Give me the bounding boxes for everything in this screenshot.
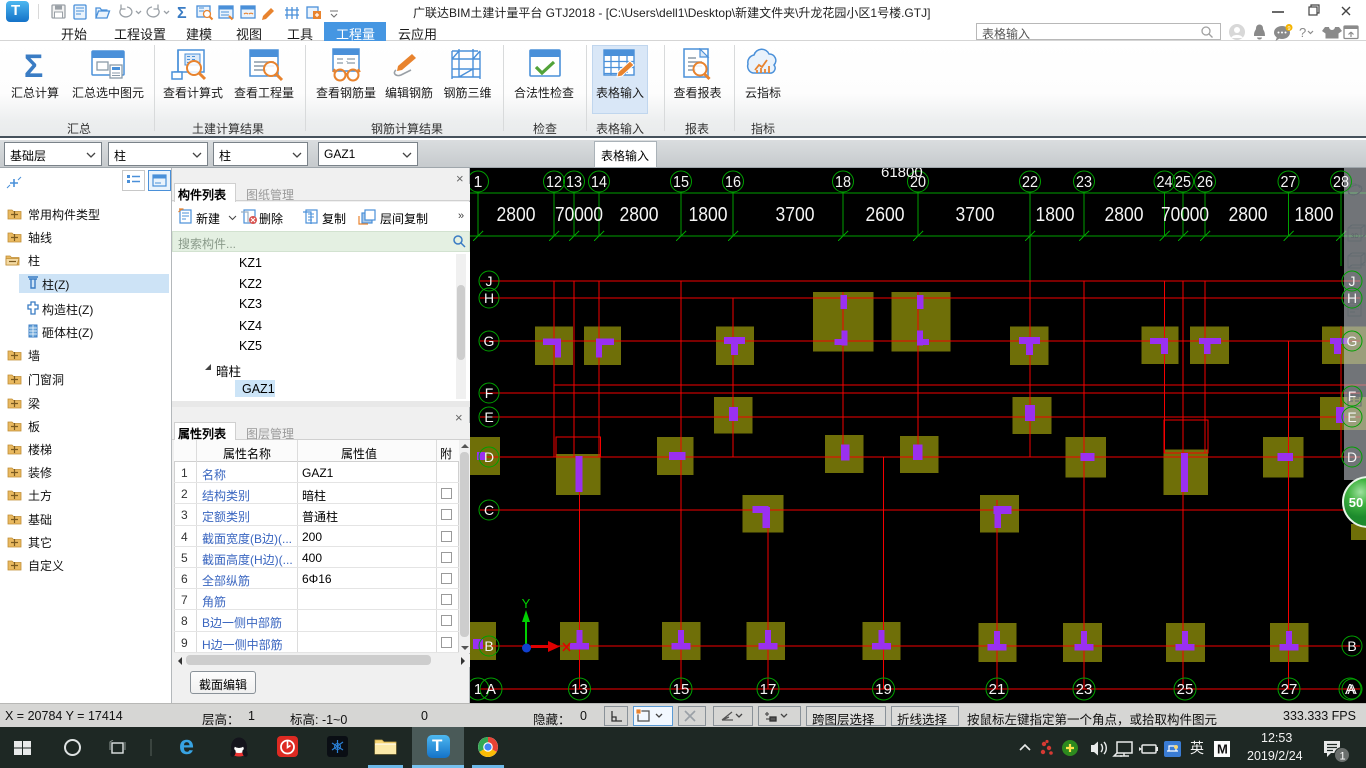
svg-text:英: 英: [1190, 740, 1204, 756]
svg-text:D: D: [484, 449, 494, 465]
svg-text:1800: 1800: [1036, 204, 1075, 226]
svg-text:A: A: [486, 681, 496, 698]
svg-text:26: 26: [1197, 174, 1213, 191]
svg-text:61800: 61800: [881, 168, 923, 181]
svg-text:23: 23: [1076, 174, 1092, 191]
svg-text:1800: 1800: [1295, 204, 1334, 226]
svg-text:18: 18: [835, 174, 851, 191]
svg-text:12: 12: [546, 174, 562, 191]
svg-text:G: G: [484, 333, 495, 349]
svg-text:F: F: [485, 385, 494, 401]
svg-text:B: B: [484, 638, 493, 654]
svg-text:1800: 1800: [689, 204, 728, 226]
svg-text:2600: 2600: [866, 204, 905, 226]
svg-text:2800: 2800: [1229, 204, 1268, 226]
svg-text:70000: 70000: [555, 204, 603, 226]
svg-text:16: 16: [725, 174, 741, 191]
svg-text:B: B: [1347, 638, 1356, 654]
svg-text:22: 22: [1022, 174, 1038, 191]
svg-text:3D: 3D: [1351, 234, 1359, 240]
svg-text:E: E: [1347, 409, 1356, 425]
svg-text:3700: 3700: [776, 204, 815, 226]
svg-text:D: D: [1347, 449, 1357, 465]
svg-text:9: 9: [1288, 26, 1291, 32]
svg-text:2800: 2800: [1105, 204, 1144, 226]
svg-text:H: H: [484, 290, 494, 306]
svg-text:Y: Y: [522, 596, 531, 611]
svg-text:14: 14: [591, 174, 607, 191]
svg-text:E: E: [484, 409, 493, 425]
svg-text:Σ: Σ: [177, 5, 187, 22]
svg-text:50: 50: [1349, 495, 1363, 510]
svg-text:15: 15: [673, 174, 689, 191]
svg-text:J: J: [1349, 273, 1356, 289]
svg-text:25: 25: [1177, 681, 1194, 698]
svg-text:J: J: [486, 273, 493, 289]
svg-text:13: 13: [566, 174, 582, 191]
svg-text:A: A: [1345, 681, 1355, 698]
svg-text:17: 17: [760, 681, 777, 698]
svg-text:2800: 2800: [620, 204, 659, 226]
svg-text:19: 19: [875, 681, 892, 698]
svg-text:C: C: [484, 502, 494, 518]
svg-text:21: 21: [989, 681, 1006, 698]
svg-text:25: 25: [1175, 174, 1191, 191]
svg-text:F: F: [1348, 388, 1357, 404]
svg-text:27: 27: [1281, 681, 1298, 698]
svg-text:?: ?: [1299, 25, 1306, 40]
svg-text:1: 1: [1340, 751, 1346, 763]
svg-text:27: 27: [1281, 174, 1297, 191]
svg-text:3700: 3700: [956, 204, 995, 226]
svg-text:H: H: [1347, 290, 1357, 306]
svg-text:Σ: Σ: [24, 48, 43, 84]
svg-text:70000: 70000: [1161, 204, 1209, 226]
svg-text:24: 24: [1157, 174, 1173, 191]
svg-text:1: 1: [474, 174, 483, 191]
svg-text:28: 28: [1333, 174, 1349, 191]
svg-text:G: G: [1347, 333, 1358, 349]
svg-text:13: 13: [571, 681, 588, 698]
svg-text:2800: 2800: [497, 204, 536, 226]
svg-text:15: 15: [673, 681, 690, 698]
svg-text:23: 23: [1076, 681, 1093, 698]
svg-text:M: M: [1217, 742, 1228, 757]
